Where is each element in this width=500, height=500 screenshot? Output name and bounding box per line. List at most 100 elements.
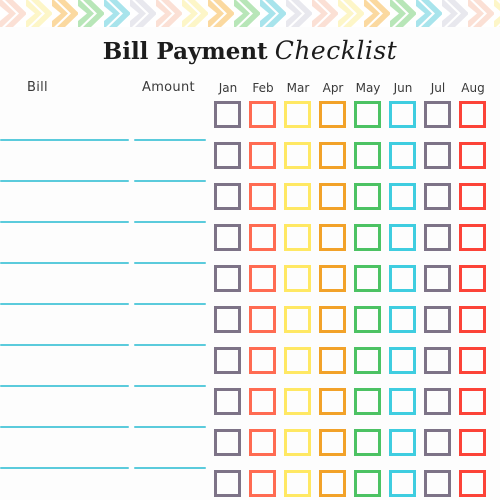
checkbox-jul-row-3[interactable]: [424, 183, 451, 210]
checkbox-mar-row-2[interactable]: [284, 142, 311, 169]
amount-entry-line[interactable]: [134, 303, 206, 305]
checkbox-may-row-5[interactable]: [354, 265, 381, 292]
checkbox-jul-row-2[interactable]: [424, 142, 451, 169]
checkbox-feb-row-5[interactable]: [249, 265, 276, 292]
checkbox-may-row-6[interactable]: [354, 306, 381, 333]
checkbox-jun-row-8[interactable]: [389, 388, 416, 415]
checkbox-aug-row-4[interactable]: [459, 224, 486, 251]
checkbox-jun-row-6[interactable]: [389, 306, 416, 333]
amount-entry-line[interactable]: [134, 426, 206, 428]
amount-entry-line[interactable]: [134, 385, 206, 387]
checkbox-feb-row-8[interactable]: [249, 388, 276, 415]
checkbox-apr-row-1[interactable]: [319, 101, 346, 128]
checkbox-apr-row-4[interactable]: [319, 224, 346, 251]
checkbox-feb-row-1[interactable]: [249, 101, 276, 128]
checkbox-jun-row-4[interactable]: [389, 224, 416, 251]
checkbox-may-row-9[interactable]: [354, 429, 381, 456]
checkbox-jun-row-10[interactable]: [389, 470, 416, 497]
checkbox-feb-row-3[interactable]: [249, 183, 276, 210]
bill-entry-line[interactable]: [0, 385, 129, 387]
checkbox-mar-row-9[interactable]: [284, 429, 311, 456]
checkbox-jul-row-7[interactable]: [424, 347, 451, 374]
checkbox-mar-row-4[interactable]: [284, 224, 311, 251]
checkbox-jul-row-1[interactable]: [424, 101, 451, 128]
bill-entry-line[interactable]: [0, 221, 129, 223]
amount-entry-line[interactable]: [134, 180, 206, 182]
checkbox-mar-row-3[interactable]: [284, 183, 311, 210]
bill-entry-line[interactable]: [0, 139, 129, 141]
checkbox-jan-row-3[interactable]: [214, 183, 241, 210]
checkbox-aug-row-6[interactable]: [459, 306, 486, 333]
checkbox-aug-row-5[interactable]: [459, 265, 486, 292]
checkbox-jan-row-7[interactable]: [214, 347, 241, 374]
checkbox-jul-row-8[interactable]: [424, 388, 451, 415]
amount-entry-line[interactable]: [134, 221, 206, 223]
checkbox-apr-row-7[interactable]: [319, 347, 346, 374]
checkbox-apr-row-9[interactable]: [319, 429, 346, 456]
checkbox-feb-row-4[interactable]: [249, 224, 276, 251]
amount-entry-line[interactable]: [134, 344, 206, 346]
bill-entry-line[interactable]: [0, 426, 129, 428]
bill-entry-line[interactable]: [0, 467, 129, 469]
checkbox-jan-row-8[interactable]: [214, 388, 241, 415]
checkbox-jun-row-7[interactable]: [389, 347, 416, 374]
checkbox-jan-row-10[interactable]: [214, 470, 241, 497]
checkbox-jul-row-5[interactable]: [424, 265, 451, 292]
checkbox-may-row-10[interactable]: [354, 470, 381, 497]
checkbox-may-row-2[interactable]: [354, 142, 381, 169]
checkbox-jan-row-4[interactable]: [214, 224, 241, 251]
checkbox-aug-row-1[interactable]: [459, 101, 486, 128]
checkbox-jul-row-6[interactable]: [424, 306, 451, 333]
checkbox-apr-row-10[interactable]: [319, 470, 346, 497]
checkbox-feb-row-10[interactable]: [249, 470, 276, 497]
amount-entry-line[interactable]: [134, 467, 206, 469]
checkbox-mar-row-10[interactable]: [284, 470, 311, 497]
checkbox-aug-row-10[interactable]: [459, 470, 486, 497]
checkbox-aug-row-2[interactable]: [459, 142, 486, 169]
checkbox-may-row-4[interactable]: [354, 224, 381, 251]
checkbox-aug-row-8[interactable]: [459, 388, 486, 415]
checkbox-jan-row-2[interactable]: [214, 142, 241, 169]
page-title-main: Bill Payment: [102, 38, 268, 65]
checkbox-jan-row-6[interactable]: [214, 306, 241, 333]
checkbox-jul-row-10[interactable]: [424, 470, 451, 497]
checkbox-jan-row-5[interactable]: [214, 265, 241, 292]
checkbox-mar-row-7[interactable]: [284, 347, 311, 374]
amount-entry-line[interactable]: [134, 262, 206, 264]
checkbox-mar-row-8[interactable]: [284, 388, 311, 415]
checkbox-may-row-1[interactable]: [354, 101, 381, 128]
checkbox-feb-row-9[interactable]: [249, 429, 276, 456]
bill-entry-line[interactable]: [0, 303, 129, 305]
checkbox-jun-row-1[interactable]: [389, 101, 416, 128]
checkbox-mar-row-5[interactable]: [284, 265, 311, 292]
bill-entry-line[interactable]: [0, 262, 129, 264]
checkbox-may-row-3[interactable]: [354, 183, 381, 210]
checkbox-apr-row-8[interactable]: [319, 388, 346, 415]
bill-entry-line[interactable]: [0, 180, 129, 182]
checkbox-mar-row-6[interactable]: [284, 306, 311, 333]
checkbox-aug-row-9[interactable]: [459, 429, 486, 456]
amount-entry-line[interactable]: [134, 139, 206, 141]
checkbox-feb-row-6[interactable]: [249, 306, 276, 333]
checkbox-apr-row-6[interactable]: [319, 306, 346, 333]
bill-entry-line[interactable]: [0, 344, 129, 346]
checkbox-mar-row-1[interactable]: [284, 101, 311, 128]
checkbox-jun-row-3[interactable]: [389, 183, 416, 210]
checkbox-jan-row-1[interactable]: [214, 101, 241, 128]
checkbox-aug-row-3[interactable]: [459, 183, 486, 210]
checkbox-apr-row-3[interactable]: [319, 183, 346, 210]
checkbox-jun-row-9[interactable]: [389, 429, 416, 456]
checkbox-aug-row-7[interactable]: [459, 347, 486, 374]
checkbox-jan-row-9[interactable]: [214, 429, 241, 456]
checkbox-apr-row-2[interactable]: [319, 142, 346, 169]
chevron-stripe: [104, 0, 130, 27]
checkbox-apr-row-5[interactable]: [319, 265, 346, 292]
checkbox-may-row-7[interactable]: [354, 347, 381, 374]
checkbox-jun-row-2[interactable]: [389, 142, 416, 169]
checkbox-jun-row-5[interactable]: [389, 265, 416, 292]
checkbox-may-row-8[interactable]: [354, 388, 381, 415]
checkbox-jul-row-9[interactable]: [424, 429, 451, 456]
checkbox-jul-row-4[interactable]: [424, 224, 451, 251]
checkbox-feb-row-2[interactable]: [249, 142, 276, 169]
checkbox-feb-row-7[interactable]: [249, 347, 276, 374]
